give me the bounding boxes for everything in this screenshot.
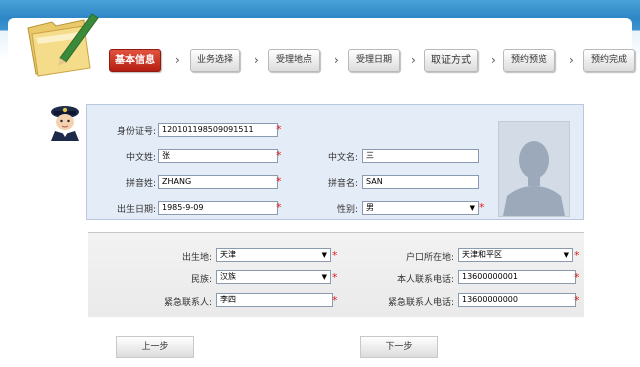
cn-name-field[interactable]: 三	[362, 149, 479, 163]
required-mark: *	[332, 249, 338, 262]
step-arrow-icon: ›	[175, 53, 180, 67]
required-mark: *	[574, 294, 580, 307]
ethnicity-value: 汉族	[220, 272, 236, 281]
step-arrow-icon: ›	[569, 53, 574, 67]
dropdown-arrow-icon: ▼	[321, 251, 327, 259]
step-location[interactable]: 受理地点	[268, 49, 320, 72]
dropdown-arrow-icon: ▼	[469, 204, 475, 212]
step-basic-info[interactable]: 基本信息	[109, 49, 161, 72]
emergency-phone-field[interactable]: 13600000000	[458, 293, 576, 307]
required-mark: *	[574, 271, 580, 284]
py-surname-label: 拼音姓:	[125, 179, 156, 189]
phone-field[interactable]: 13600000001	[458, 270, 576, 284]
gender-label: 性别:	[336, 205, 358, 215]
dropdown-arrow-icon: ▼	[563, 251, 569, 259]
phone-label: 本人联系电话:	[396, 275, 454, 285]
required-mark: *	[276, 175, 282, 188]
gender-select[interactable]: 男 ▼	[362, 201, 479, 215]
ethnicity-select[interactable]: 汉族 ▼	[216, 270, 331, 284]
required-mark: *	[574, 249, 580, 262]
step-business-select[interactable]: 业务选择	[190, 49, 240, 72]
step-arrow-icon: ›	[411, 53, 416, 67]
required-mark: *	[332, 294, 338, 307]
step-arrow-icon: ›	[254, 53, 259, 67]
gender-value: 男	[366, 203, 374, 212]
step-pickup-method[interactable]: 取证方式	[424, 49, 478, 72]
emergency-contact-field[interactable]: 李四	[216, 293, 333, 307]
py-name-field[interactable]: SAN	[362, 175, 479, 189]
ethnicity-label: 民族:	[190, 275, 212, 285]
cn-name-label: 中文名:	[327, 153, 358, 163]
folder-pen-icon	[22, 8, 102, 80]
birthplace-select[interactable]: 天津 ▼	[216, 248, 331, 262]
required-mark: *	[276, 149, 282, 162]
birthplace-label: 出生地:	[181, 253, 212, 263]
required-mark: *	[276, 201, 282, 214]
step-arrow-icon: ›	[334, 53, 339, 67]
id-number-field[interactable]: 120101198509091511	[158, 123, 278, 137]
birth-date-field[interactable]: 1985-9-09	[158, 201, 278, 215]
py-surname-field[interactable]: ZHANG	[158, 175, 278, 189]
police-officer-icon	[45, 101, 85, 141]
birth-date-label: 出生日期:	[116, 205, 156, 215]
step-complete[interactable]: 预约完成	[583, 49, 635, 72]
photo-placeholder	[498, 121, 570, 217]
birthplace-value: 天津	[220, 250, 236, 259]
person-silhouette-icon	[499, 122, 569, 216]
next-step-button[interactable]: 下一步	[360, 336, 438, 358]
dropdown-arrow-icon: ▼	[321, 273, 327, 281]
required-mark: *	[479, 201, 485, 214]
emergency-contact-label: 紧急联系人:	[163, 298, 212, 308]
required-mark: *	[332, 271, 338, 284]
hukou-value: 天津和平区	[462, 250, 502, 259]
step-preview[interactable]: 预约预览	[503, 49, 555, 72]
step-arrow-icon: ›	[491, 53, 496, 67]
prev-step-button[interactable]: 上一步	[116, 336, 194, 358]
cn-surname-label: 中文姓:	[125, 153, 156, 163]
emergency-phone-label: 紧急联系人电话:	[387, 298, 454, 308]
step-date[interactable]: 受理日期	[348, 49, 400, 72]
py-name-label: 拼音名:	[327, 179, 358, 189]
hukou-label: 户口所在地:	[405, 253, 454, 263]
cn-surname-field[interactable]: 张	[158, 149, 278, 163]
hukou-select[interactable]: 天津和平区 ▼	[458, 248, 573, 262]
required-mark: *	[276, 123, 282, 136]
id-number-label: 身份证号:	[116, 127, 156, 137]
